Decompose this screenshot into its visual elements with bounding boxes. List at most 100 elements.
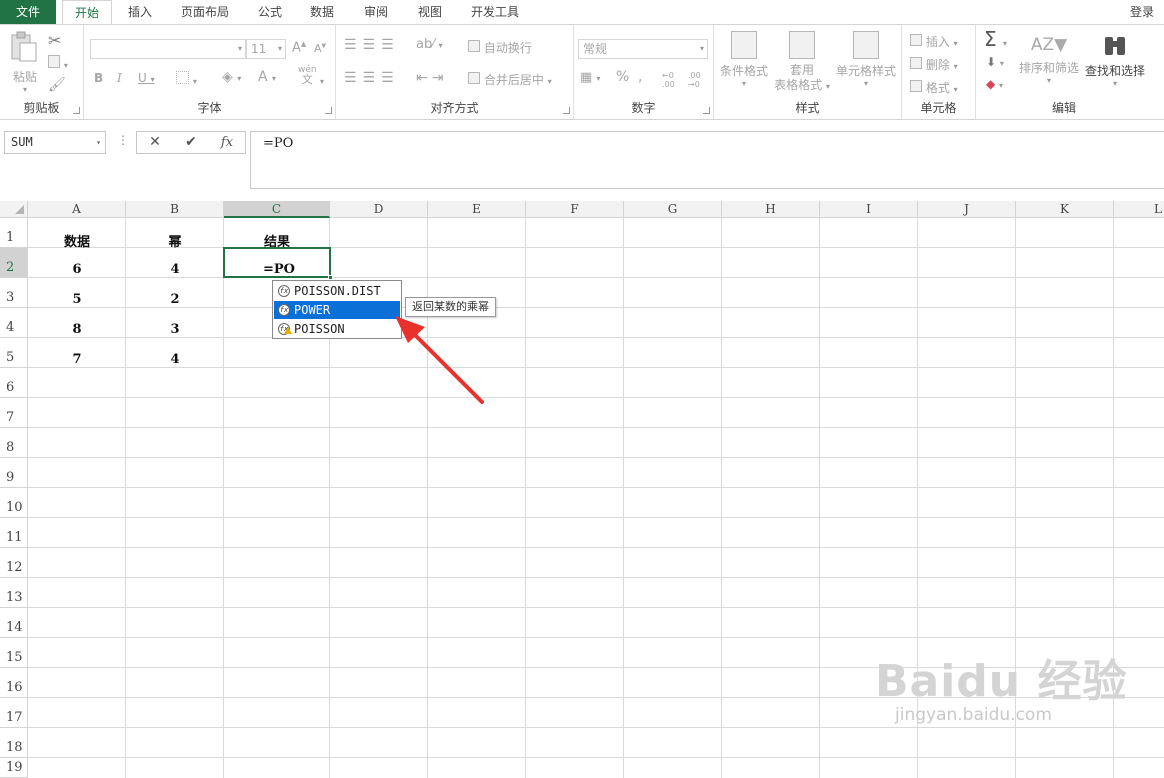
autocomplete-item-poisson[interactable]: fx POISSON: [274, 320, 400, 338]
currency-icon[interactable]: ▦ ▾: [580, 70, 600, 85]
increase-font-icon[interactable]: A▲: [292, 40, 306, 55]
decrease-font-icon[interactable]: A▼: [314, 42, 326, 55]
number-format-combo[interactable]: 常规 ▾: [578, 39, 708, 59]
column-header-j[interactable]: J: [918, 201, 1016, 218]
formula-input[interactable]: =PO: [250, 131, 1164, 189]
clear-icon[interactable]: ◆ ▾: [986, 77, 1003, 91]
font-size-combo[interactable]: 11 ▾: [246, 39, 286, 59]
column-header-e[interactable]: E: [428, 201, 526, 218]
tab-data[interactable]: 数据: [302, 0, 342, 24]
cancel-icon[interactable]: ✕: [137, 132, 173, 153]
cell-a2[interactable]: 6: [28, 262, 126, 277]
insert-function-icon[interactable]: fx: [209, 132, 245, 153]
cell-b5[interactable]: 4: [126, 352, 224, 367]
cut-icon[interactable]: ✂: [48, 31, 61, 50]
row-header-4[interactable]: 4: [0, 308, 28, 338]
sort-filter-button[interactable]: AZ▼ 排序和筛选 ▾: [1018, 31, 1080, 85]
column-header-h[interactable]: H: [722, 201, 820, 218]
autocomplete-item-power[interactable]: fx POWER: [274, 301, 400, 319]
cell-a4[interactable]: 8: [28, 322, 126, 337]
row-header-12[interactable]: 12: [0, 548, 28, 578]
increase-decimal-icon[interactable]: ←0.00: [662, 71, 675, 89]
autosum-icon[interactable]: Σ ▾: [984, 27, 1007, 51]
bold-icon[interactable]: B: [94, 71, 103, 85]
fill-color-icon[interactable]: ◈ ▾: [222, 69, 241, 85]
autocomplete-item-poisson-dist[interactable]: fx POISSON.DIST: [274, 282, 400, 300]
phonetic-button[interactable]: wén 文: [298, 65, 317, 85]
column-header-a[interactable]: A: [28, 201, 126, 218]
row-header-7[interactable]: 7: [0, 398, 28, 428]
tab-developer[interactable]: 开发工具: [462, 0, 528, 24]
row-header-14[interactable]: 14: [0, 608, 28, 638]
cell-b3[interactable]: 2: [126, 292, 224, 307]
column-header-l[interactable]: L: [1114, 201, 1164, 218]
tab-formulas[interactable]: 公式: [250, 0, 290, 24]
row-header-11[interactable]: 11: [0, 518, 28, 548]
row-header-5[interactable]: 5: [0, 338, 28, 368]
cell-b1[interactable]: 幂: [126, 231, 224, 250]
fill-icon[interactable]: ⬇ ▾: [986, 55, 1004, 69]
orientation-icon[interactable]: ab⁄ ▾: [416, 37, 443, 52]
cell-c2-edit[interactable]: =PO: [263, 262, 295, 277]
dialog-launcher-icon[interactable]: [703, 107, 710, 114]
delete-cells-button[interactable]: 删除 ▾: [910, 56, 958, 73]
font-name-combo[interactable]: ▾: [90, 39, 246, 59]
dialog-launcher-icon[interactable]: [563, 107, 570, 114]
row-header-2[interactable]: 2: [0, 248, 28, 278]
comma-icon[interactable]: ,: [638, 69, 642, 85]
copy-button[interactable]: ▾: [48, 55, 68, 71]
cell-a1[interactable]: 数据: [28, 231, 126, 250]
tab-page-layout[interactable]: 页面布局: [172, 0, 238, 24]
cell-b4[interactable]: 3: [126, 322, 224, 337]
italic-icon[interactable]: I: [117, 71, 122, 85]
format-painter-icon[interactable]: 🖌: [48, 77, 66, 93]
underline-icon[interactable]: U ▾: [138, 71, 155, 85]
row-header-17[interactable]: 17: [0, 698, 28, 728]
wrap-text-button[interactable]: 自动换行: [468, 39, 532, 56]
vertical-align-icons[interactable]: ☰☰☰: [344, 37, 400, 53]
column-header-g[interactable]: G: [624, 201, 722, 218]
row-header-13[interactable]: 13: [0, 578, 28, 608]
paste-button[interactable]: 粘贴 ▾: [8, 31, 42, 94]
tab-view[interactable]: 视图: [410, 0, 450, 24]
format-as-table-button[interactable]: 套用 表格格式 ▾: [772, 31, 832, 94]
column-header-c[interactable]: C: [224, 201, 330, 218]
column-header-d[interactable]: D: [330, 201, 428, 218]
format-cells-button[interactable]: 格式 ▾: [910, 79, 958, 96]
row-header-15[interactable]: 15: [0, 638, 28, 668]
decrease-decimal-icon[interactable]: .00 →0: [688, 71, 701, 89]
row-header-18[interactable]: 18: [0, 728, 28, 758]
find-select-button[interactable]: 查找和选择 ▾: [1082, 31, 1148, 88]
dialog-launcher-icon[interactable]: [325, 107, 332, 114]
chevron-down-icon[interactable]: ▾: [320, 73, 324, 87]
tab-insert[interactable]: 插入: [118, 0, 162, 24]
cell-a3[interactable]: 5: [28, 292, 126, 307]
row-header-16[interactable]: 16: [0, 668, 28, 698]
conditional-format-button[interactable]: 条件格式 ▾: [718, 31, 770, 88]
dialog-launcher-icon[interactable]: [73, 107, 80, 114]
tab-home[interactable]: 开始: [62, 0, 112, 25]
font-color-icon[interactable]: A ▾: [258, 69, 276, 85]
row-header-10[interactable]: 10: [0, 488, 28, 518]
merge-center-button[interactable]: 合并后居中 ▾: [468, 71, 552, 88]
row-header-8[interactable]: 8: [0, 428, 28, 458]
column-header-i[interactable]: I: [820, 201, 918, 218]
cell-styles-button[interactable]: 单元格样式 ▾: [834, 31, 898, 88]
indent-icons[interactable]: ⇤⇥: [416, 70, 447, 86]
row-header-9[interactable]: 9: [0, 458, 28, 488]
percent-icon[interactable]: %: [616, 69, 629, 85]
row-header-6[interactable]: 6: [0, 368, 28, 398]
tab-file[interactable]: 文件: [0, 0, 56, 24]
cell-b2[interactable]: 4: [126, 262, 224, 277]
row-header-1[interactable]: 1: [0, 218, 28, 248]
row-header-3[interactable]: 3: [0, 278, 28, 308]
border-button[interactable]: ▾: [176, 71, 197, 87]
cell-a5[interactable]: 7: [28, 352, 126, 367]
name-box[interactable]: SUM ▾: [4, 131, 106, 154]
select-all-corner[interactable]: [0, 201, 28, 218]
horizontal-align-icons[interactable]: ☰☰☰: [344, 70, 400, 86]
column-header-f[interactable]: F: [526, 201, 624, 218]
column-header-k[interactable]: K: [1016, 201, 1114, 218]
enter-icon[interactable]: ✔: [173, 132, 209, 153]
login-link[interactable]: 登录: [1130, 0, 1154, 24]
